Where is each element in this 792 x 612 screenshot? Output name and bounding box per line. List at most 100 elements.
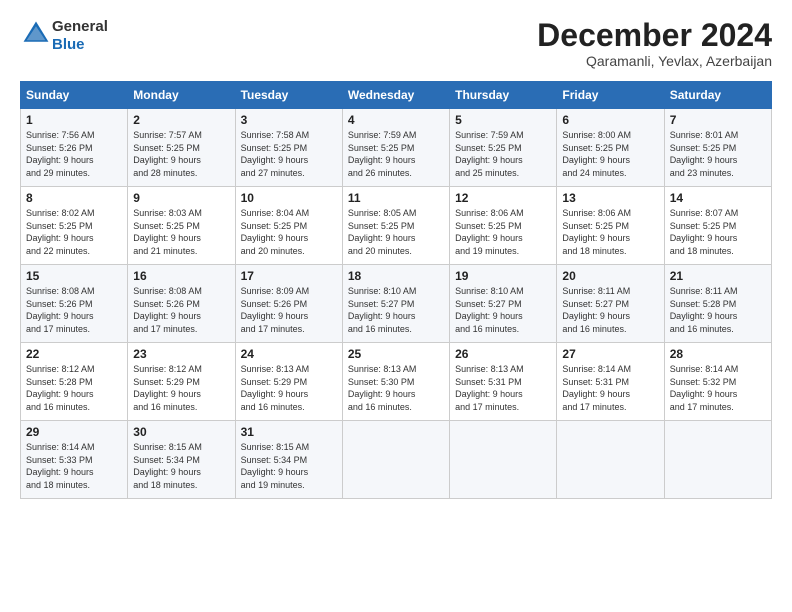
- calendar-cell: 1 Sunrise: 7:56 AMSunset: 5:26 PMDaylight…: [21, 109, 128, 187]
- page: General Blue December 2024 Qaramanli, Ye…: [0, 0, 792, 509]
- day-number: 26: [455, 347, 551, 361]
- calendar-cell: 14Sunrise: 8:07 AMSunset: 5:25 PMDayligh…: [664, 187, 771, 265]
- cell-details: Sunrise: 8:04 AMSunset: 5:25 PMDaylight:…: [241, 207, 337, 257]
- cell-details: Sunrise: 8:15 AMSunset: 5:34 PMDaylight:…: [133, 441, 229, 491]
- day-number: 9: [133, 191, 229, 205]
- day-number: 23: [133, 347, 229, 361]
- day-number: 10: [241, 191, 337, 205]
- cell-details: Sunrise: 8:10 AMSunset: 5:27 PMDaylight:…: [455, 285, 551, 335]
- day-number: 3: [241, 113, 337, 127]
- calendar-cell: 3 Sunrise: 7:58 AMSunset: 5:25 PMDaylight…: [235, 109, 342, 187]
- column-header-sunday: Sunday: [21, 82, 128, 109]
- calendar-cell: 2Sunrise: 7:57 AMSunset: 5:25 PMDaylight…: [128, 109, 235, 187]
- day-number: 18: [348, 269, 444, 283]
- calendar-cell: 8Sunrise: 8:02 AMSunset: 5:25 PMDaylight…: [21, 187, 128, 265]
- cell-details: Sunrise: 8:06 AMSunset: 5:25 PMDaylight:…: [455, 207, 551, 257]
- calendar-cell: 19Sunrise: 8:10 AMSunset: 5:27 PMDayligh…: [450, 265, 557, 343]
- cell-details: Sunrise: 8:07 AMSunset: 5:25 PMDaylight:…: [670, 207, 766, 257]
- calendar-cell: 13 Sunrise: 8:06 AMSunset: 5:25 PMDayligh…: [557, 187, 664, 265]
- day-number: 15: [26, 269, 122, 283]
- calendar-cell: 25 Sunrise: 8:13 AMSunset: 5:30 PMDayligh…: [342, 343, 449, 421]
- day-number: 1: [26, 113, 122, 127]
- logo-general: General: [52, 18, 108, 35]
- calendar-cell: 11Sunrise: 8:05 AMSunset: 5:25 PMDayligh…: [342, 187, 449, 265]
- calendar-cell: 26 Sunrise: 8:13 AMSunset: 5:31 PMDayligh…: [450, 343, 557, 421]
- cell-details: Sunrise: 8:02 AMSunset: 5:25 PMDaylight:…: [26, 207, 122, 257]
- title-block: December 2024 Qaramanli, Yevlax, Azerbai…: [537, 18, 772, 69]
- column-header-friday: Friday: [557, 82, 664, 109]
- calendar-cell: 17 Sunrise: 8:09 AMSunset: 5:26 PMDayligh…: [235, 265, 342, 343]
- cell-details: Sunrise: 7:58 AMSunset: 5:25 PMDaylight:…: [241, 129, 337, 179]
- day-number: 12: [455, 191, 551, 205]
- cell-details: Sunrise: 8:12 AMSunset: 5:28 PMDaylight:…: [26, 363, 122, 413]
- header: General Blue December 2024 Qaramanli, Ye…: [20, 18, 772, 69]
- cell-details: Sunrise: 8:14 AMSunset: 5:33 PMDaylight:…: [26, 441, 122, 491]
- calendar-body: 1 Sunrise: 7:56 AMSunset: 5:26 PMDaylight…: [21, 109, 772, 499]
- calendar-cell: 4 Sunrise: 7:59 AMSunset: 5:25 PMDaylight…: [342, 109, 449, 187]
- calendar-cell: 20Sunrise: 8:11 AMSunset: 5:27 PMDayligh…: [557, 265, 664, 343]
- cell-details: Sunrise: 7:59 AMSunset: 5:25 PMDaylight:…: [348, 129, 444, 179]
- week-row-3: 15 Sunrise: 8:08 AMSunset: 5:26 PMDayligh…: [21, 265, 772, 343]
- column-header-tuesday: Tuesday: [235, 82, 342, 109]
- week-row-2: 8Sunrise: 8:02 AMSunset: 5:25 PMDaylight…: [21, 187, 772, 265]
- cell-details: Sunrise: 8:13 AMSunset: 5:30 PMDaylight:…: [348, 363, 444, 413]
- calendar-cell: 29Sunrise: 8:14 AMSunset: 5:33 PMDayligh…: [21, 421, 128, 499]
- cell-details: Sunrise: 7:59 AMSunset: 5:25 PMDaylight:…: [455, 129, 551, 179]
- calendar-table: SundayMondayTuesdayWednesdayThursdayFrid…: [20, 81, 772, 499]
- week-row-5: 29Sunrise: 8:14 AMSunset: 5:33 PMDayligh…: [21, 421, 772, 499]
- calendar-header-row: SundayMondayTuesdayWednesdayThursdayFrid…: [21, 82, 772, 109]
- week-row-4: 22Sunrise: 8:12 AMSunset: 5:28 PMDayligh…: [21, 343, 772, 421]
- calendar-cell: 6 Sunrise: 8:00 AMSunset: 5:25 PMDaylight…: [557, 109, 664, 187]
- cell-details: Sunrise: 8:06 AMSunset: 5:25 PMDaylight:…: [562, 207, 658, 257]
- column-header-saturday: Saturday: [664, 82, 771, 109]
- calendar-cell: 31Sunrise: 8:15 AMSunset: 5:34 PMDayligh…: [235, 421, 342, 499]
- calendar-cell: 23Sunrise: 8:12 AMSunset: 5:29 PMDayligh…: [128, 343, 235, 421]
- column-header-monday: Monday: [128, 82, 235, 109]
- day-number: 16: [133, 269, 229, 283]
- day-number: 30: [133, 425, 229, 439]
- day-number: 24: [241, 347, 337, 361]
- calendar-cell: 10 Sunrise: 8:04 AMSunset: 5:25 PMDayligh…: [235, 187, 342, 265]
- calendar-cell: 22Sunrise: 8:12 AMSunset: 5:28 PMDayligh…: [21, 343, 128, 421]
- calendar-cell: 12 Sunrise: 8:06 AMSunset: 5:25 PMDayligh…: [450, 187, 557, 265]
- calendar-cell: 16 Sunrise: 8:08 AMSunset: 5:26 PMDayligh…: [128, 265, 235, 343]
- day-number: 5: [455, 113, 551, 127]
- calendar-cell: 9 Sunrise: 8:03 AMSunset: 5:25 PMDaylight…: [128, 187, 235, 265]
- logo: General Blue: [20, 18, 108, 54]
- cell-details: Sunrise: 8:08 AMSunset: 5:26 PMDaylight:…: [133, 285, 229, 335]
- day-number: 13: [562, 191, 658, 205]
- cell-details: Sunrise: 8:10 AMSunset: 5:27 PMDaylight:…: [348, 285, 444, 335]
- cell-details: Sunrise: 8:15 AMSunset: 5:34 PMDaylight:…: [241, 441, 337, 491]
- day-number: 7: [670, 113, 766, 127]
- calendar-cell: 30 Sunrise: 8:15 AMSunset: 5:34 PMDayligh…: [128, 421, 235, 499]
- calendar-cell: 18 Sunrise: 8:10 AMSunset: 5:27 PMDayligh…: [342, 265, 449, 343]
- cell-details: Sunrise: 8:08 AMSunset: 5:26 PMDaylight:…: [26, 285, 122, 335]
- cell-details: Sunrise: 8:09 AMSunset: 5:26 PMDaylight:…: [241, 285, 337, 335]
- logo-icon: [22, 20, 50, 48]
- cell-details: Sunrise: 8:13 AMSunset: 5:31 PMDaylight:…: [455, 363, 551, 413]
- cell-details: Sunrise: 8:05 AMSunset: 5:25 PMDaylight:…: [348, 207, 444, 257]
- location: Qaramanli, Yevlax, Azerbaijan: [537, 53, 772, 69]
- calendar-cell: 7Sunrise: 8:01 AMSunset: 5:25 PMDaylight…: [664, 109, 771, 187]
- calendar-cell: [557, 421, 664, 499]
- cell-details: Sunrise: 8:00 AMSunset: 5:25 PMDaylight:…: [562, 129, 658, 179]
- day-number: 4: [348, 113, 444, 127]
- day-number: 17: [241, 269, 337, 283]
- calendar-cell: [450, 421, 557, 499]
- calendar-cell: 5 Sunrise: 7:59 AMSunset: 5:25 PMDaylight…: [450, 109, 557, 187]
- day-number: 2: [133, 113, 229, 127]
- day-number: 20: [562, 269, 658, 283]
- cell-details: Sunrise: 8:14 AMSunset: 5:31 PMDaylight:…: [562, 363, 658, 413]
- cell-details: Sunrise: 8:11 AMSunset: 5:28 PMDaylight:…: [670, 285, 766, 335]
- month-title: December 2024: [537, 18, 772, 53]
- cell-details: Sunrise: 7:56 AMSunset: 5:26 PMDaylight:…: [26, 129, 122, 179]
- calendar-cell: [342, 421, 449, 499]
- calendar-cell: 28Sunrise: 8:14 AMSunset: 5:32 PMDayligh…: [664, 343, 771, 421]
- cell-details: Sunrise: 8:03 AMSunset: 5:25 PMDaylight:…: [133, 207, 229, 257]
- logo-text: General Blue: [52, 18, 108, 54]
- day-number: 6: [562, 113, 658, 127]
- week-row-1: 1 Sunrise: 7:56 AMSunset: 5:26 PMDaylight…: [21, 109, 772, 187]
- day-number: 25: [348, 347, 444, 361]
- calendar-cell: 27Sunrise: 8:14 AMSunset: 5:31 PMDayligh…: [557, 343, 664, 421]
- cell-details: Sunrise: 8:13 AMSunset: 5:29 PMDaylight:…: [241, 363, 337, 413]
